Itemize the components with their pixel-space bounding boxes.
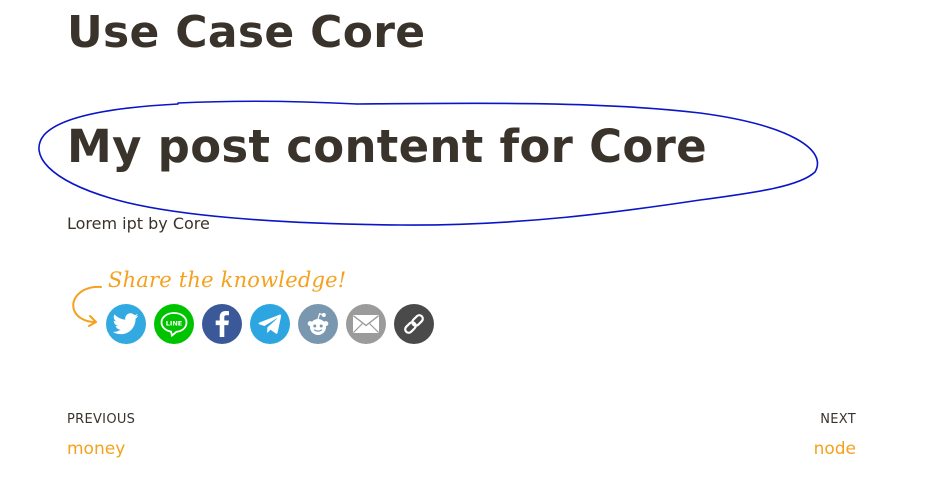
- next-post-nav: NEXT node: [814, 411, 856, 460]
- reddit-alien-icon: [307, 313, 329, 335]
- next-post-link[interactable]: node: [814, 438, 856, 460]
- twitter-bird-icon: [113, 313, 139, 335]
- facebook-f-icon: [215, 311, 229, 337]
- chain-link-icon: [404, 314, 424, 334]
- telegram-plane-icon: [258, 314, 282, 334]
- share-telegram-button[interactable]: [250, 304, 290, 344]
- share-facebook-button[interactable]: [202, 304, 242, 344]
- share-heading: Share the knowledge!: [108, 268, 347, 292]
- share-reddit-button[interactable]: [298, 304, 338, 344]
- post-title: My post content for Core: [67, 120, 707, 173]
- site-title[interactable]: Use Case Core: [67, 4, 425, 62]
- next-post-label: NEXT: [820, 412, 856, 427]
- envelope-icon: [353, 315, 379, 333]
- share-line-button[interactable]: LINE: [154, 304, 194, 344]
- line-chat-icon: LINE: [160, 312, 188, 338]
- hand-drawn-ellipse-annotation: [38, 100, 819, 226]
- share-twitter-button[interactable]: [106, 304, 146, 344]
- previous-post-link[interactable]: money: [67, 438, 135, 460]
- previous-post-nav: PREVIOUS money: [67, 411, 135, 460]
- share-buttons: LINE: [106, 304, 434, 344]
- line-logo-text: LINE: [166, 319, 182, 327]
- curved-arrow-icon: [72, 285, 102, 327]
- share-copy-link-button[interactable]: [394, 304, 434, 344]
- previous-post-label: PREVIOUS: [67, 412, 136, 427]
- share-email-button[interactable]: [346, 304, 386, 344]
- post-body-text: Lorem ipt by Core: [67, 214, 210, 233]
